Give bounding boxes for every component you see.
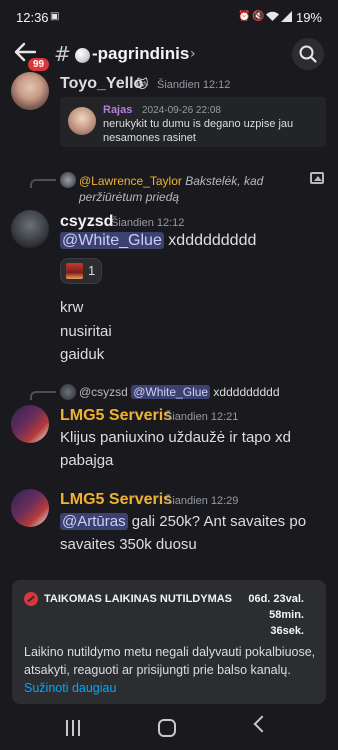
message-text: @White_Glue xddddddddd <box>60 230 256 252</box>
message-timestamp: Šiandien 12:29 <box>165 495 239 507</box>
avatar[interactable] <box>11 210 49 248</box>
timeout-title: TAIKOMAS LAIKINAS NUTILDYMAS <box>44 593 233 605</box>
home-icon[interactable] <box>158 719 176 737</box>
channel-name[interactable]: -pagrindinis <box>92 44 189 64</box>
channel-hash-icon: # <box>54 42 71 66</box>
timer-days: 06d. <box>248 593 271 605</box>
message-text: gaiduk <box>60 346 105 363</box>
timeout-countdown: 06d. 23val. 58min. 36sek. <box>224 591 304 639</box>
app-notification-icon: ▣ <box>50 11 60 22</box>
timeout-icon <box>24 592 38 606</box>
avatar[interactable] <box>11 405 49 443</box>
reply-text: xddddddddd <box>210 385 280 399</box>
user-mention[interactable]: @White_Glue <box>60 232 164 249</box>
message-text: nusiritai <box>60 323 112 340</box>
avatar[interactable] <box>11 489 49 527</box>
status-bar: 12:36 ▣ ⏰ 🔇 19% <box>0 0 338 36</box>
battery-level: 19% <box>295 10 322 25</box>
mute-icon: 🔇 <box>252 11 265 22</box>
cat-emoji-badge: 🐱 <box>136 77 149 91</box>
signal-icon <box>281 11 292 25</box>
learn-more-link[interactable]: Sužinoti daugiau <box>24 681 116 695</box>
reaction-pill[interactable]: 1 <box>60 258 102 284</box>
image-icon <box>310 172 324 184</box>
reply-connector <box>30 391 56 400</box>
message-timestamp: Šiandien 12:21 <box>165 411 239 423</box>
message-text-content: xddddddddd <box>163 232 257 249</box>
username[interactable]: LMG5 Serveris <box>60 407 172 425</box>
message-timestamp: Šiandien 12:12 <box>111 217 185 229</box>
reply-connector <box>30 179 56 188</box>
status-time: 12:36 <box>16 10 49 25</box>
quoted-message-embed[interactable]: Rajas 2024-09-26 22:08 nerukykit tu dumu… <box>60 97 326 147</box>
username[interactable]: csyzsd <box>60 213 113 231</box>
system-nav-bar <box>0 706 338 750</box>
message-text: Klijus paniuxino uždaužė ir tapo xd paba… <box>60 429 291 469</box>
timer-seconds: 36sek. <box>270 625 304 637</box>
timeout-body: Laikino nutildymo metu negali dalyvauti … <box>24 643 316 697</box>
wifi-icon <box>266 11 279 25</box>
avatar[interactable] <box>11 72 49 110</box>
reaction-emoji <box>66 263 83 279</box>
username[interactable]: Toyo_Yello <box>60 75 143 93</box>
user-mention[interactable]: @Artūras <box>60 513 128 530</box>
white-circle-emoji <box>75 48 90 63</box>
user-mention: @White_Glue <box>131 385 211 399</box>
channel-header: 99 # -pagrindinis › <box>0 36 338 76</box>
avatar <box>60 172 76 188</box>
embed-date: 2024-09-26 22:08 <box>142 105 221 116</box>
message-timestamp: Šiandien 12:12 <box>157 79 231 91</box>
username[interactable]: LMG5 Serveris <box>60 491 172 509</box>
recent-apps-icon[interactable] <box>64 720 82 736</box>
reaction-count: 1 <box>88 263 96 278</box>
timer-minutes: 58min. <box>269 609 304 621</box>
reply-preview[interactable]: @Lawrence_Taylor Bakstelėk, kad peržiūrė… <box>79 173 307 205</box>
avatar <box>68 107 96 135</box>
alarm-icon: ⏰ <box>238 11 251 22</box>
reply-username: @Lawrence_Taylor <box>79 174 182 188</box>
message-text: krw <box>60 299 84 316</box>
message-text: @Artūras gali 250k? Ant savaites po sava… <box>60 510 322 556</box>
embed-text: nerukykit tu dumu is degano uzpise jau n… <box>103 118 294 144</box>
search-icon <box>299 45 317 63</box>
search-button[interactable] <box>292 38 324 70</box>
avatar <box>60 384 76 400</box>
back-icon[interactable] <box>253 715 271 733</box>
timeout-notice: TAIKOMAS LAIKINAS NUTILDYMAS 06d. 23val.… <box>12 580 326 704</box>
timeout-body-text: Laikino nutildymo metu negali dalyvauti … <box>24 645 316 677</box>
embed-username: Rajas <box>103 104 133 116</box>
timer-hours: 23val. <box>273 593 304 605</box>
chevron-right-icon[interactable]: › <box>190 46 196 62</box>
reply-username: @csyzsd <box>79 385 128 399</box>
reply-preview[interactable]: @csyzsd @White_Glue xddddddddd <box>79 385 280 399</box>
unread-badge: 99 <box>26 56 52 73</box>
